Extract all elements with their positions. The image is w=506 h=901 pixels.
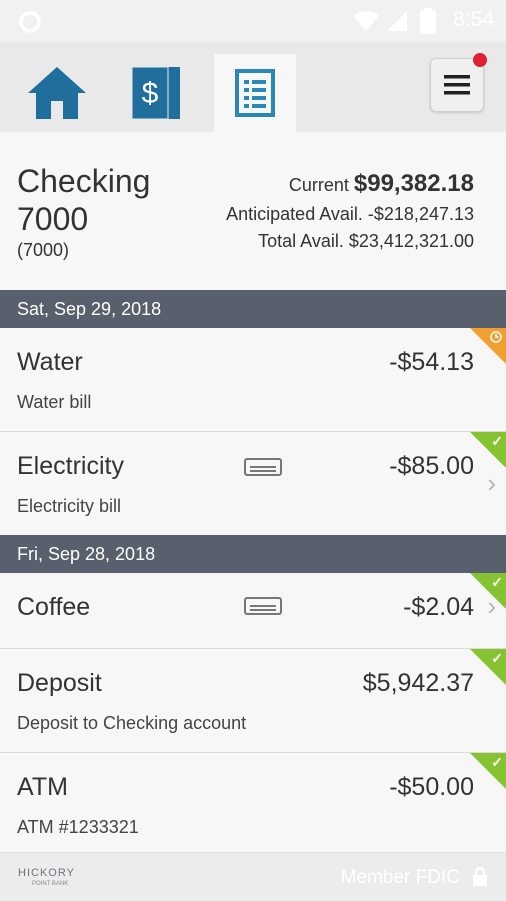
status-time: 8:54	[453, 8, 494, 31]
current-balance: Current $99,382.18	[288, 170, 474, 197]
member-fdic-text: Member FDIC	[340, 867, 460, 888]
tab-accounts[interactable]: $	[116, 54, 198, 132]
transaction-amount: -$54.13	[389, 348, 474, 376]
transaction-amount: $5,942.37	[362, 669, 474, 697]
menu-button[interactable]	[430, 53, 487, 112]
hamburger-icon	[444, 75, 470, 95]
check-icon: ✓	[491, 650, 503, 666]
transaction-name: Coffee	[17, 593, 91, 621]
bank-logo-subtitle: POINT BANK	[32, 881, 69, 887]
transaction-name: ATM	[17, 773, 68, 801]
transaction-row-water[interactable]: Water Water bill -$54.13	[0, 328, 506, 432]
date-header: Sat, Sep 29, 2018	[0, 290, 506, 328]
account-number: (7000)	[17, 240, 70, 260]
chevron-right-icon[interactable]: ›	[487, 468, 496, 499]
transaction-name: Deposit	[17, 669, 102, 697]
card-icon	[244, 597, 282, 615]
check-icon: ✓	[491, 433, 503, 449]
lock-icon	[473, 866, 487, 886]
account-summary: Checking 7000 (7000) Current $99,382.18 …	[0, 132, 506, 290]
total-available: Total Avail. $23,412,321.00	[258, 231, 474, 251]
tab-bar: $	[0, 42, 506, 133]
home-icon	[28, 67, 86, 119]
transaction-row-electricity[interactable]: Electricity Electricity bill -$85.00 ✓ ›	[0, 432, 506, 536]
account-name: Checking 7000	[17, 163, 151, 237]
transaction-amount: -$85.00	[389, 452, 474, 480]
check-icon: ✓	[491, 574, 503, 590]
transaction-name: Electricity	[17, 452, 124, 480]
signal-icon	[387, 11, 407, 31]
check-icon: ✓	[491, 754, 503, 770]
circle-icon	[19, 11, 41, 33]
tab-transactions[interactable]	[214, 54, 296, 132]
transaction-description: Deposit to Checking account	[17, 713, 247, 733]
svg-text:$: $	[142, 77, 159, 110]
transaction-description: Electricity bill	[17, 496, 122, 516]
clock-icon	[490, 331, 502, 343]
tab-home[interactable]	[16, 54, 98, 132]
footer: HICKORY POINT BANK Member FDIC	[0, 852, 506, 901]
wifi-icon	[353, 11, 379, 31]
transaction-name: Water	[17, 348, 83, 376]
transaction-description: ATM #1233321	[17, 817, 139, 837]
transaction-amount: -$2.04	[403, 593, 474, 621]
notification-dot	[473, 53, 487, 67]
anticipated-balance: Anticipated Avail. -$218,247.13	[226, 204, 474, 224]
chevron-right-icon[interactable]: ›	[487, 591, 496, 622]
transaction-row-atm[interactable]: ATM ATM #1233321 -$50.00 ✓	[0, 753, 506, 852]
ledger-icon	[235, 69, 275, 117]
bank-logo: HICKORY	[18, 867, 75, 879]
dollar-cards-icon: $	[132, 66, 180, 120]
transaction-row-coffee[interactable]: Coffee -$2.04 ✓ ›	[0, 573, 506, 649]
transaction-amount: -$50.00	[389, 773, 474, 801]
transaction-row-deposit[interactable]: Deposit Deposit to Checking account $5,9…	[0, 649, 506, 753]
transaction-description: Water bill	[17, 392, 92, 412]
battery-icon	[420, 8, 436, 34]
date-header: Fri, Sep 28, 2018	[0, 535, 506, 573]
card-icon	[244, 458, 282, 476]
status-bar: 8:54	[0, 0, 506, 42]
